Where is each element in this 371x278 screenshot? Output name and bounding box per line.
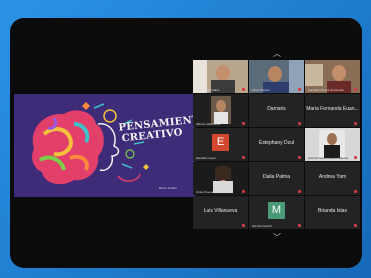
mic-muted-icon [298,156,301,159]
avatar: E [212,134,229,151]
mic-muted-icon [298,224,301,227]
mic-muted-icon [242,224,245,227]
brain-illustration [14,94,195,197]
participant-label: Estefani Lopez [196,156,216,160]
participant-tile[interactable]: Alberto Villanueva [193,94,248,127]
participant-tile[interactable]: Maria Fernanda Euan... [305,94,360,127]
participant-tile[interactable]: Brianda Islas [305,196,360,229]
participant-label: Cinia Jimenez [196,190,215,194]
participant-tile[interactable]: Salvador Rivera Rondonas [305,60,360,93]
shared-screen[interactable]: Pensamiento creativo Bruno Ardilan [14,94,195,197]
meeting-screen: Pensamiento creativo Bruno Ardilan ︿ Hay… [10,18,362,268]
participant-tile[interactable]: Victor Perezs [249,60,304,93]
participant-label: Victor Perezs [252,88,270,92]
participant-tile[interactable]: Dalia Palma [249,162,304,195]
participant-label: Axel Armando Alvarez Atienza [308,156,349,160]
participant-tile[interactable]: Cinia Jimenez [193,162,248,195]
mic-muted-icon [242,190,245,193]
mic-muted-icon [354,190,357,193]
mic-muted-icon [354,224,357,227]
participant-name: Luis Villanueva [203,208,238,214]
participant-label: Salvador Rivera Rondonas [308,88,344,92]
participant-tile[interactable]: Damaris [249,94,304,127]
mic-muted-icon [242,156,245,159]
chevron-up-icon[interactable]: ︿ [272,48,282,59]
mic-muted-icon [298,88,301,91]
participant-name: Dalia Palma [263,174,290,180]
participant-label: Haydee Montalvo [196,88,220,92]
participant-tile[interactable]: Haydee Montalvo [193,60,248,93]
participant-name: Maria Fernanda Euan... [306,106,359,112]
participant-tile[interactable]: Luis Villanueva [193,196,248,229]
participant-label: Alberto Villanueva [196,122,221,126]
participant-tile[interactable]: M Monica Cauich [249,196,304,229]
participant-name: Brianda Islas [318,208,347,214]
avatar: M [268,202,285,219]
participant-tile[interactable]: E Estefani Lopez [193,128,248,161]
participant-tile[interactable]: Axel Armando Alvarez Atienza [305,128,360,161]
mic-muted-icon [242,122,245,125]
participant-tile[interactable]: Estephany Dzul [249,128,304,161]
mic-muted-icon [298,122,301,125]
participant-name: Damaris [267,106,286,112]
presentation-author: Bruno Ardilan [159,186,178,190]
mic-muted-icon [354,122,357,125]
mic-muted-icon [354,88,357,91]
participant-name: Andrea Yam [318,174,347,180]
mic-muted-icon [354,156,357,159]
mic-muted-icon [298,190,301,193]
participant-name: Estephany Dzul [258,140,295,146]
mic-muted-icon [242,88,245,91]
top-bar [10,18,362,58]
participant-label: Monica Cauich [252,224,272,228]
chevron-down-icon[interactable]: ﹀ [272,232,282,243]
participant-tile[interactable]: Andrea Yam [305,162,360,195]
